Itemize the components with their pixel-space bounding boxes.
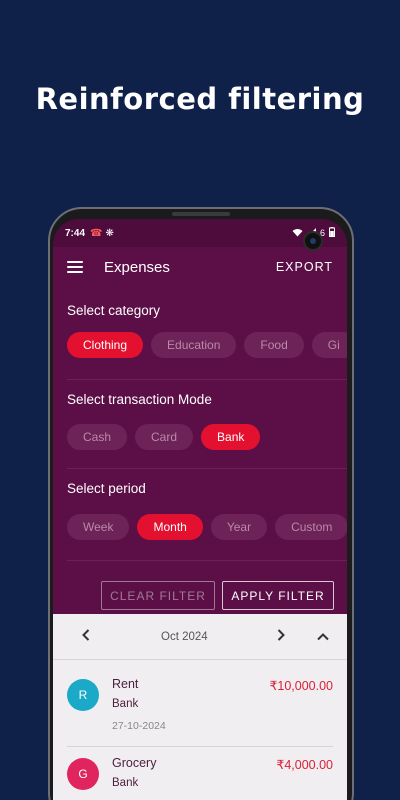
avatar: G <box>67 758 99 790</box>
month-label: Oct 2024 <box>161 630 208 643</box>
section-divider <box>67 468 347 469</box>
transaction-item[interactable]: G Grocery Bank ₹4,000.00 <box>53 747 347 800</box>
chip-food[interactable]: Food <box>244 332 304 358</box>
menu-icon[interactable] <box>67 261 83 273</box>
transaction-amount: ₹10,000.00 <box>269 679 333 693</box>
avatar: R <box>67 679 99 711</box>
chip-week[interactable]: Week <box>67 514 130 540</box>
chip-gift[interactable]: Gi <box>311 332 347 358</box>
chip-education[interactable]: Education <box>151 332 237 358</box>
app-bar: Expenses EXPORT <box>53 247 347 287</box>
transaction-item[interactable]: R Rent Bank 27-10-2024 ₹10,000.00 <box>53 666 347 744</box>
filter-buttons: CLEAR FILTER APPLY FILTER <box>101 581 334 610</box>
chip-cash[interactable]: Cash <box>67 424 128 450</box>
export-button[interactable]: EXPORT <box>276 260 333 274</box>
phone-speaker-bar <box>172 212 230 216</box>
status-time: 7:44 <box>65 227 86 239</box>
chip-bank[interactable]: Bank <box>201 424 261 450</box>
transaction-name: Rent <box>112 677 139 691</box>
transaction-mode: Bank <box>112 698 139 710</box>
wifi-icon <box>292 228 303 239</box>
chip-month[interactable]: Month <box>137 514 203 540</box>
mode-title: Select transaction Mode <box>67 392 212 407</box>
chip-custom[interactable]: Custom <box>275 514 347 540</box>
transaction-name: Grocery <box>112 756 157 770</box>
chevron-right-icon[interactable] <box>271 628 291 645</box>
chip-clothing[interactable]: Clothing <box>67 332 144 358</box>
section-divider <box>67 379 347 380</box>
fan-icon: ❋ <box>105 227 114 239</box>
app-screen: 7:44 ☎ ❋ 6 Expenses EXPORT Select catego… <box>53 219 347 800</box>
chevron-up-icon[interactable] <box>313 628 333 645</box>
transaction-amount: ₹4,000.00 <box>276 758 333 772</box>
section-divider <box>67 560 347 561</box>
transaction-date: 27-10-2024 <box>112 720 166 732</box>
mode-chips: Cash Card Bank <box>67 424 261 450</box>
missed-call-icon: ☎ <box>90 227 103 239</box>
category-chips: Clothing Education Food Gi <box>67 332 347 358</box>
headline: Reinforced filtering <box>35 82 365 116</box>
chevron-left-icon[interactable] <box>76 628 96 645</box>
period-chips: Week Month Year Custom <box>67 514 347 540</box>
month-navigator: Oct 2024 <box>53 614 347 660</box>
transaction-list: Oct 2024 R Rent Bank 27-10-2024 ₹10,000.… <box>53 614 347 800</box>
category-title: Select category <box>67 303 161 318</box>
page-title: Expenses <box>104 258 170 276</box>
transaction-mode: Bank <box>112 777 139 789</box>
chip-card[interactable]: Card <box>135 424 194 450</box>
apply-filter-button[interactable]: APPLY FILTER <box>222 581 334 610</box>
period-title: Select period <box>67 481 146 496</box>
chip-year[interactable]: Year <box>210 514 268 540</box>
clear-filter-button[interactable]: CLEAR FILTER <box>101 581 215 610</box>
battery-icon <box>329 227 335 239</box>
